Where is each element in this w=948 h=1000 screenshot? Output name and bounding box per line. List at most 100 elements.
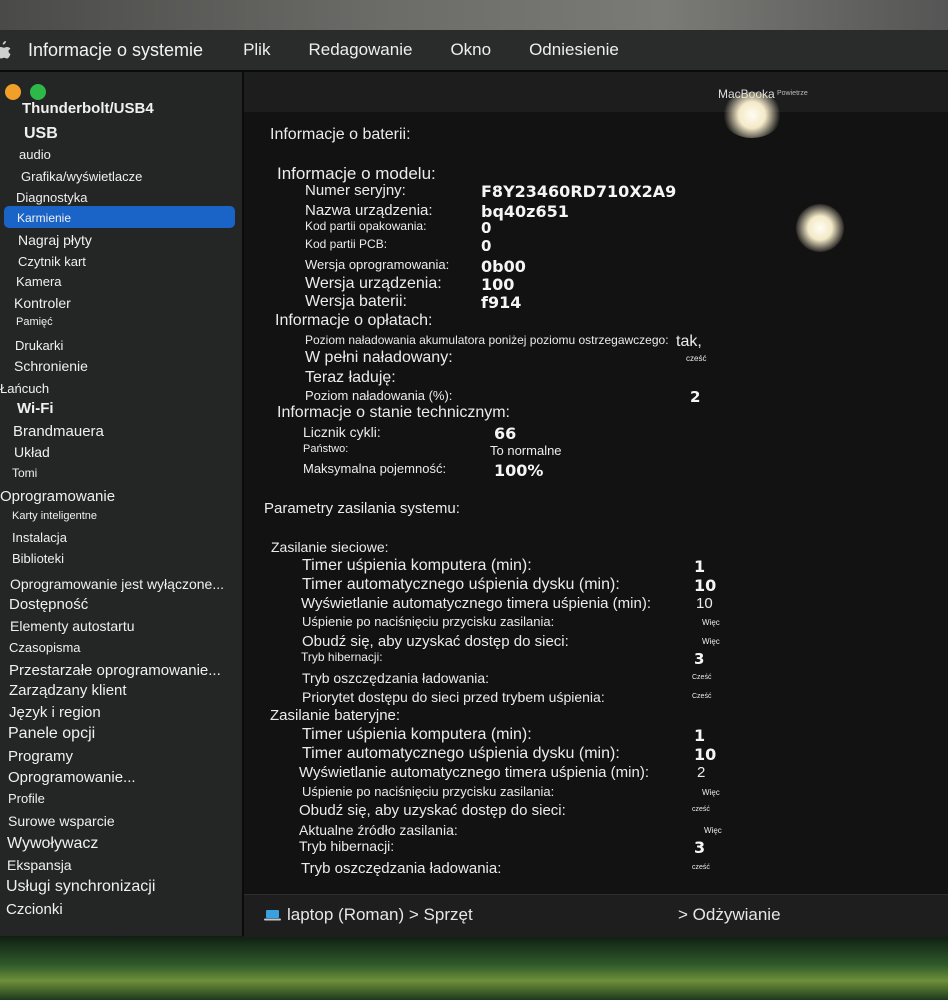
field-label: Tryb oszczędzania ładowania: (302, 670, 490, 686)
section-heading: Parametry zasilania systemu: (264, 500, 460, 517)
sidebar-item[interactable]: Thunderbolt/USB4 (22, 100, 154, 117)
menu-file[interactable]: Plik (243, 40, 270, 60)
group-heading: Informacje o modelu: (277, 164, 436, 183)
app-menu[interactable]: Informacje o systemie (28, 40, 203, 61)
menu-edit[interactable]: Redagowanie (308, 40, 412, 60)
field-value: Więc (702, 618, 720, 627)
field-value: To normalne (490, 443, 562, 458)
sidebar-item[interactable]: Zarządzany klient (9, 682, 127, 699)
sidebar-item[interactable]: Programy (8, 748, 73, 765)
field-value: 10 (694, 576, 717, 595)
sidebar-item[interactable]: Diagnostyka (16, 190, 88, 205)
sidebar-item[interactable]: Surowe wsparcie (8, 813, 115, 829)
window-controls (5, 84, 46, 100)
sidebar-item[interactable]: audio (19, 147, 51, 162)
sidebar-item[interactable]: Elementy autostartu (10, 618, 135, 634)
sidebar-item[interactable]: Czasopisma (9, 640, 81, 655)
field-label: Poziom naładowania akumulatora poniżej p… (305, 333, 669, 347)
photo-background-top (0, 0, 948, 32)
field-value: cześć (686, 354, 707, 363)
sidebar-item[interactable]: Kamera (16, 274, 62, 289)
field-value: 0b00 (481, 257, 526, 276)
sidebar-item[interactable]: Kontroler (14, 295, 71, 311)
sidebar-item[interactable]: Ekspansja (7, 857, 72, 873)
sidebar-item[interactable]: Przestarzałe oprogramowanie... (9, 662, 221, 679)
sidebar-item[interactable]: USB (24, 125, 58, 143)
light-glare (722, 92, 782, 138)
sidebar-item[interactable]: Język i region (9, 704, 101, 721)
sidebar-item[interactable]: Karty inteligentne (12, 510, 97, 522)
field-value: Więc (702, 788, 720, 797)
field-label: Kod partii opakowania: (305, 219, 427, 233)
sidebar-item[interactable]: Oprogramowanie jest wyłączone... (10, 576, 224, 592)
zoom-button[interactable] (30, 84, 46, 100)
field-label: Tryb hibernacji: (301, 650, 383, 664)
sidebar-item[interactable]: Profile (8, 791, 45, 806)
field-value: 10 (694, 745, 717, 764)
sidebar-item[interactable]: Schronienie (14, 358, 88, 374)
sidebar-item[interactable]: Oprogramowanie (0, 488, 115, 505)
sidebar-item[interactable]: Nagraj płyty (18, 232, 92, 248)
field-value: Cześć (692, 674, 712, 681)
light-glare (796, 204, 844, 252)
field-value: Więc (704, 826, 722, 835)
sidebar-item[interactable]: Łańcuch (0, 381, 49, 396)
sidebar-item[interactable]: Tomi (12, 466, 37, 480)
apple-logo-icon[interactable] (0, 39, 12, 61)
field-value: 1 (694, 726, 706, 745)
sidebar-item[interactable]: Usługi synchronizacji (6, 878, 155, 896)
field-label: Wersja baterii: (305, 293, 407, 310)
sidebar-item[interactable]: Dostępność (9, 596, 88, 613)
group-heading: Informacje o opłatach: (275, 312, 433, 329)
sidebar-item[interactable]: Pamięć (16, 316, 53, 328)
field-value: Cześć (692, 693, 712, 700)
sidebar-item[interactable]: Czytnik kart (18, 254, 86, 269)
field-label: Maksymalna pojemność: (303, 461, 447, 476)
sidebar-item[interactable]: Brandmauera (13, 423, 104, 440)
path-breadcrumb[interactable]: laptop (Roman) > Sprzęt (264, 905, 473, 925)
field-label: Timer automatycznego uśpienia dysku (min… (302, 576, 620, 593)
field-label: Obudź się, aby uzyskać dostęp do sieci: (302, 633, 569, 650)
section-heading: Informacje o baterii: (270, 126, 411, 143)
window-subtitle: Powietrze (777, 90, 808, 97)
path-text: laptop (Roman) > Sprzęt (287, 905, 473, 924)
close-button[interactable] (5, 84, 21, 100)
field-value: cześć (692, 806, 710, 813)
field-label: Państwo: (303, 443, 349, 455)
field-label: Tryb oszczędzania ładowania: (301, 860, 502, 877)
menu-window[interactable]: Okno (450, 40, 491, 60)
laptop-icon (264, 910, 281, 921)
sidebar-item[interactable]: Układ (14, 444, 50, 460)
field-label: Wyświetlanie automatycznego timera uśpie… (299, 764, 650, 781)
field-label: Timer uśpienia komputera (min): (302, 557, 532, 574)
sidebar-item[interactable]: Karmienie (17, 211, 71, 225)
sidebar-item[interactable]: Czcionki (6, 901, 63, 918)
field-label: Priorytet dostępu do sieci przed trybem … (302, 689, 605, 705)
sidebar-item[interactable]: Wywoływacz (7, 835, 98, 853)
sidebar-item[interactable]: Panele opcji (8, 725, 95, 743)
sidebar-item[interactable]: Grafika/wyświetlacze (21, 169, 142, 184)
menu-help[interactable]: Odniesienie (529, 40, 619, 60)
field-value: f914 (481, 293, 522, 312)
menu-bar: Informacje o systemie Plik Redagowanie O… (0, 30, 948, 70)
sidebar-item[interactable]: Biblioteki (12, 551, 64, 566)
sidebar-item[interactable]: Instalacja (12, 530, 67, 545)
field-value: 3 (694, 838, 706, 857)
field-value: 1 (694, 557, 706, 576)
field-value: 100 (481, 275, 515, 294)
field-value: 2 (690, 388, 701, 406)
field-label: W pełni naładowany: (305, 349, 453, 366)
sidebar-item[interactable]: Oprogramowanie... (8, 769, 136, 786)
sidebar-item[interactable]: Drukarki (15, 338, 63, 353)
field-label: Uśpienie po naciśnięciu przycisku zasila… (302, 614, 555, 629)
field-value: 0 (481, 237, 492, 255)
field-label: Wersja oprogramowania: (305, 257, 450, 272)
sidebar-item[interactable]: Wi-Fi (17, 400, 54, 417)
field-value: 100% (494, 461, 544, 480)
field-label: Tryb hibernacji: (299, 838, 395, 854)
field-label: Timer automatycznego uśpienia dysku (min… (302, 745, 620, 762)
field-label: Kod partii PCB: (305, 237, 388, 251)
path-section[interactable]: > Odżywianie (678, 905, 781, 925)
field-value: 0 (481, 219, 492, 237)
field-value: 2 (697, 764, 706, 781)
